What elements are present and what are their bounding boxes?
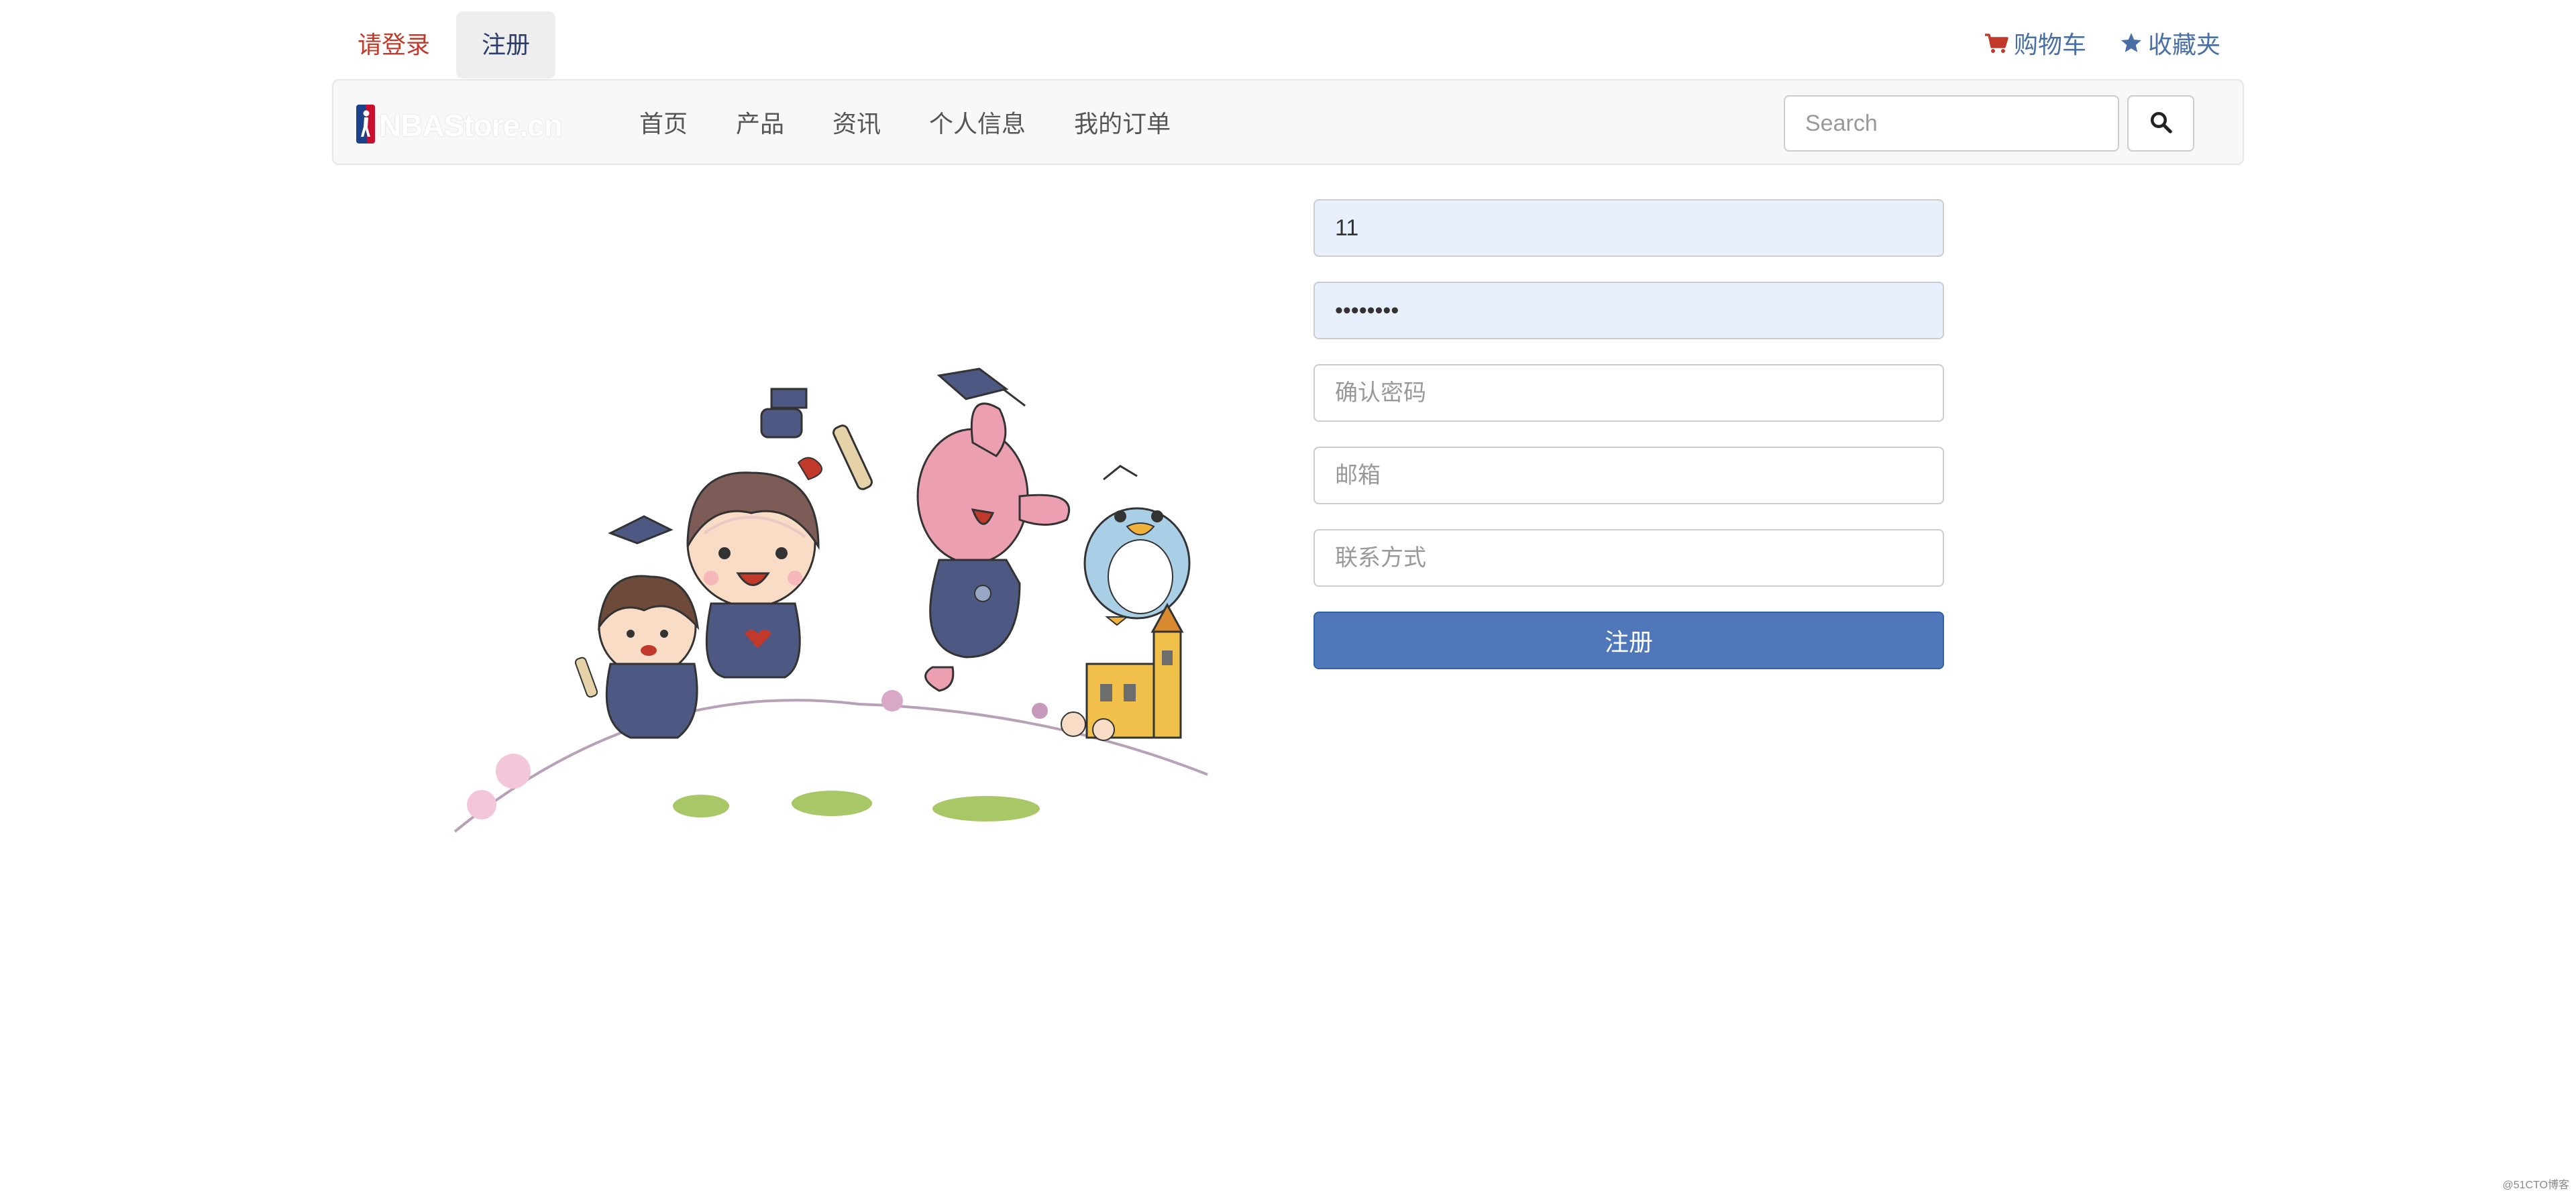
brand-text: NBAStore.cn [379, 108, 563, 143]
nav-products[interactable]: 产品 [712, 105, 808, 139]
password-field[interactable] [1313, 282, 1944, 339]
favorites-label: 收藏夹 [2147, 31, 2220, 58]
top-link-bar: 请登录 注册 购物车 收藏夹 [332, 11, 2244, 80]
nav-news[interactable]: 资讯 [808, 105, 905, 139]
search-input[interactable] [1784, 95, 2119, 152]
register-submit-button[interactable]: 注册 [1313, 612, 1944, 669]
contact-field[interactable] [1313, 529, 1944, 587]
nav-home[interactable]: 首页 [615, 105, 712, 139]
register-link[interactable]: 注册 [456, 11, 556, 78]
favorites-link[interactable]: 收藏夹 [2120, 11, 2220, 78]
graduation-illustration [443, 362, 1221, 845]
nba-logo-icon [356, 104, 375, 147]
confirm-password-field[interactable] [1313, 364, 1944, 422]
watermark: @51CTO博客 [2502, 1180, 2569, 1191]
email-field[interactable] [1313, 447, 1944, 504]
star-icon [2120, 13, 2143, 80]
username-field[interactable] [1313, 199, 1944, 257]
nav-links: 首页 产品 资讯 个人信息 我的订单 [615, 80, 1195, 164]
main-navbar: NBAStore.cn 首页 产品 资讯 个人信息 我的订单 [332, 79, 2244, 165]
brand-logo[interactable]: NBAStore.cn [356, 104, 563, 147]
search-icon [2149, 110, 2173, 137]
nav-orders[interactable]: 我的订单 [1050, 105, 1195, 139]
login-link[interactable]: 请登录 [332, 11, 455, 78]
cart-link[interactable]: 购物车 [1984, 11, 2086, 78]
register-form: 注册 [1313, 199, 1944, 669]
search-button[interactable] [2127, 95, 2194, 152]
nav-profile[interactable]: 个人信息 [905, 105, 1050, 139]
cart-icon [1984, 13, 2008, 80]
cart-label: 购物车 [2013, 31, 2086, 58]
